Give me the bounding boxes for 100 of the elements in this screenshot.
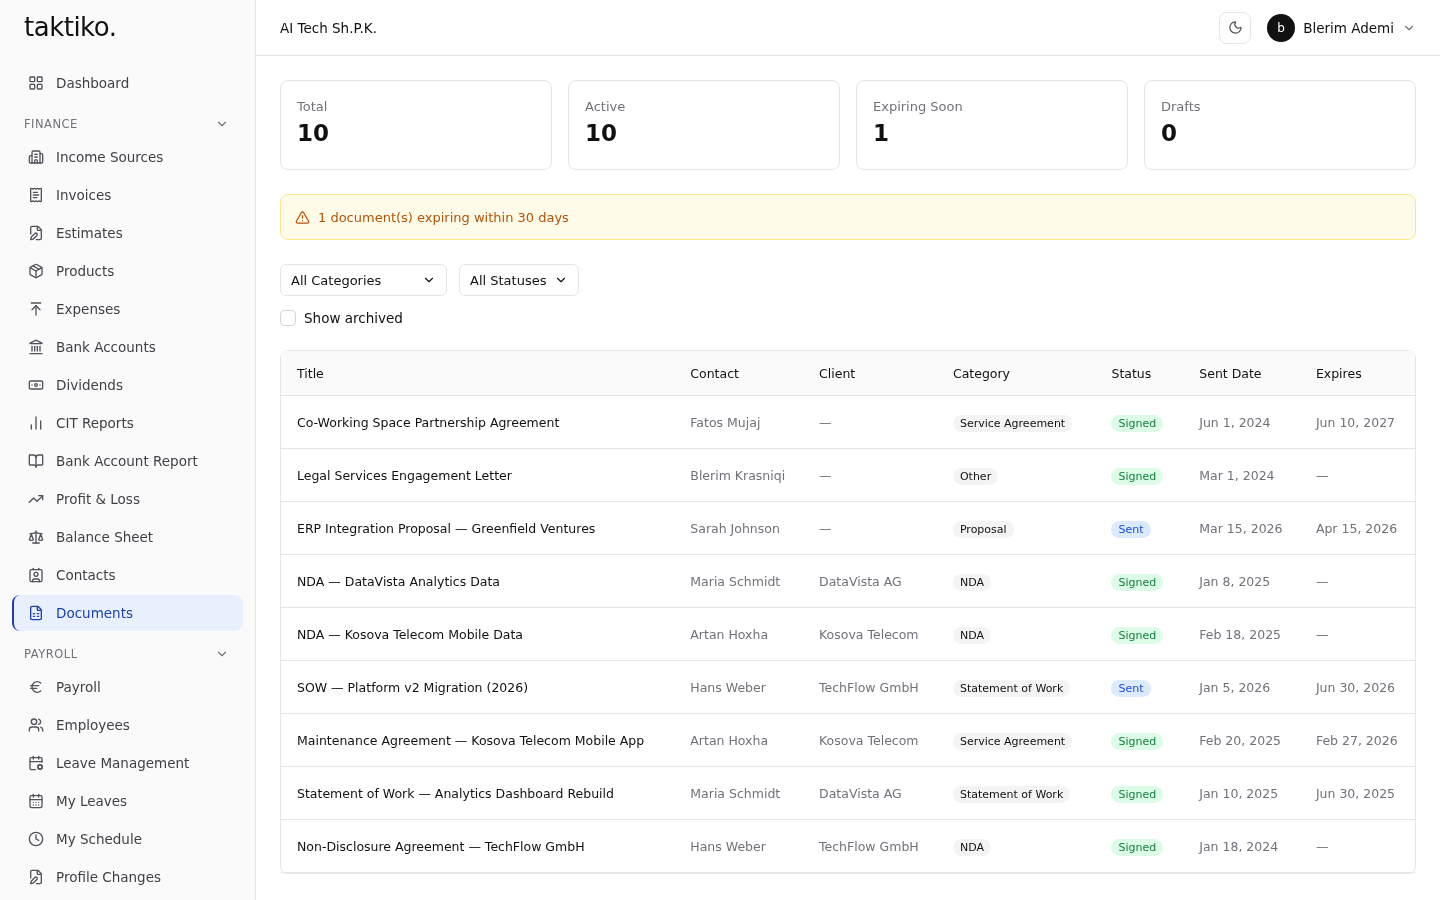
sidebar-item[interactable]: Profit & Loss — [12, 481, 243, 517]
date-cell: Jan 10, 2025 — [1183, 767, 1300, 820]
sidebar-item[interactable]: Estimates — [12, 215, 243, 251]
document-icon — [28, 605, 44, 621]
sidebar-item[interactable]: Bank Accounts — [12, 329, 243, 365]
category-tag: NDA — [952, 626, 991, 644]
status-badge: Signed — [1111, 626, 1164, 644]
building-icon — [28, 149, 44, 165]
checkbox[interactable] — [280, 310, 296, 326]
category-tag: Service Agreement — [952, 732, 1073, 750]
sidebar-item[interactable]: Employees — [12, 707, 243, 743]
user-name: Blerim Ademi — [1303, 19, 1394, 36]
scale-icon — [28, 529, 44, 545]
avatar: b — [1267, 13, 1296, 42]
contact-cell: Maria Schmidt — [674, 767, 804, 820]
title-cell: Co-Working Space Partnership Agreement — [281, 396, 675, 449]
grid-icon — [28, 75, 44, 91]
file-pen-icon — [28, 869, 44, 885]
bank-icon — [28, 339, 44, 355]
section-label: PAYROLL — [24, 647, 78, 661]
date-cell: Jun 10, 2027 — [1299, 396, 1415, 449]
client-cell: — — [803, 502, 937, 555]
upload-icon — [28, 301, 44, 317]
column-header: Category — [936, 351, 1096, 396]
calendar-gear-icon — [28, 755, 44, 771]
date-cell: Jan 8, 2025 — [1183, 555, 1300, 608]
contact-cell: Sarah Johnson — [674, 502, 804, 555]
sidebar-item[interactable]: Bank Account Report — [12, 443, 243, 479]
column-header: Title — [281, 351, 675, 396]
column-header: Client — [803, 351, 937, 396]
status-badge: Sent — [1111, 679, 1151, 697]
date-cell: — — [1299, 449, 1415, 502]
file-pen-icon — [28, 225, 44, 241]
date-cell: — — [1299, 820, 1415, 873]
section-label: FINANCE — [24, 117, 78, 131]
title-cell: SOW — Platform v2 Migration (2026) — [281, 661, 675, 714]
sidebar-item[interactable]: My Leaves — [12, 783, 243, 819]
category-tag: Proposal — [952, 520, 1014, 538]
sidebar-item[interactable]: Contacts — [12, 557, 243, 593]
category-tag: Statement of Work — [952, 785, 1071, 803]
contact-card-icon — [28, 567, 44, 583]
date-cell: — — [1299, 608, 1415, 661]
date-cell: Mar 15, 2026 — [1183, 502, 1300, 555]
contact-cell: Hans Weber — [674, 820, 804, 873]
sidebar-item[interactable]: Products — [12, 253, 243, 289]
status-badge: Signed — [1111, 414, 1164, 432]
client-cell: Kosova Telecom — [803, 714, 937, 767]
date-cell: Jun 30, 2025 — [1299, 767, 1415, 820]
title-cell: Non-Disclosure Agreement — TechFlow GmbH — [281, 820, 675, 873]
section-header[interactable]: FINANCE — [12, 110, 243, 138]
warning-icon — [295, 209, 310, 225]
theme-toggle-button[interactable] — [1219, 11, 1252, 44]
status-select[interactable]: All Statuses — [459, 264, 579, 296]
column-header: Expires — [1299, 351, 1415, 396]
banknote-icon — [28, 377, 44, 393]
sidebar-item[interactable]: Payroll — [12, 669, 243, 705]
company-name: AI Tech Sh.P.K. — [280, 19, 377, 36]
title-cell: NDA — DataVista Analytics Data — [281, 555, 675, 608]
stat-value: 1 — [873, 120, 890, 146]
checkbox-label: Show archived — [304, 310, 403, 326]
sidebar-item[interactable]: Balance Sheet — [12, 519, 243, 555]
client-cell: TechFlow GmbH — [803, 820, 937, 873]
book-icon — [28, 453, 44, 469]
date-cell: Feb 27, 2026 — [1299, 714, 1415, 767]
alert-text: 1 document(s) expiring within 30 days — [318, 209, 569, 225]
date-cell: Mar 1, 2024 — [1183, 449, 1300, 502]
logo: taktiko. — [23, 12, 118, 42]
contact-cell: Blerim Krasniqi — [674, 449, 804, 502]
category-select[interactable]: All Categories — [280, 264, 447, 296]
contact-cell: Fatos Mujaj — [674, 396, 804, 449]
column-header: Status — [1095, 351, 1184, 396]
client-cell: — — [803, 396, 937, 449]
sidebar-item[interactable]: Income Sources — [12, 139, 243, 175]
user-menu-button[interactable]: b Blerim Ademi — [1267, 13, 1416, 42]
contact-cell: Artan Hoxha — [674, 714, 804, 767]
receipt-icon — [28, 187, 44, 203]
date-cell: Jan 5, 2026 — [1183, 661, 1300, 714]
date-cell: Jun 1, 2024 — [1183, 396, 1300, 449]
sidebar-item[interactable]: My Schedule — [12, 821, 243, 857]
stat-value: 10 — [297, 120, 330, 146]
sidebar-item[interactable]: Leave Management — [12, 745, 243, 781]
status-badge: Sent — [1111, 520, 1151, 538]
sidebar-item[interactable]: Dashboard — [12, 65, 243, 101]
sidebar-item[interactable]: Expenses — [12, 291, 243, 327]
column-header: Contact — [674, 351, 804, 396]
sidebar-item[interactable]: Invoices — [12, 177, 243, 213]
sidebar-item[interactable]: Profile Changes — [12, 859, 243, 895]
contact-cell: Hans Weber — [674, 661, 804, 714]
sidebar-item[interactable]: Dividends — [12, 367, 243, 403]
category-tag: Service Agreement — [952, 414, 1073, 432]
contact-cell: Maria Schmidt — [674, 555, 804, 608]
section-header[interactable]: PAYROLL — [12, 640, 243, 668]
moon-icon — [1227, 20, 1243, 35]
stat-label: Active — [585, 99, 627, 114]
date-cell: — — [1299, 555, 1415, 608]
date-cell: Jan 18, 2024 — [1183, 820, 1300, 873]
sidebar-item[interactable]: CIT Reports — [12, 405, 243, 441]
category-tag: NDA — [952, 838, 991, 856]
sidebar-item[interactable]: Documents — [12, 595, 243, 631]
date-cell: Jun 30, 2026 — [1299, 661, 1415, 714]
